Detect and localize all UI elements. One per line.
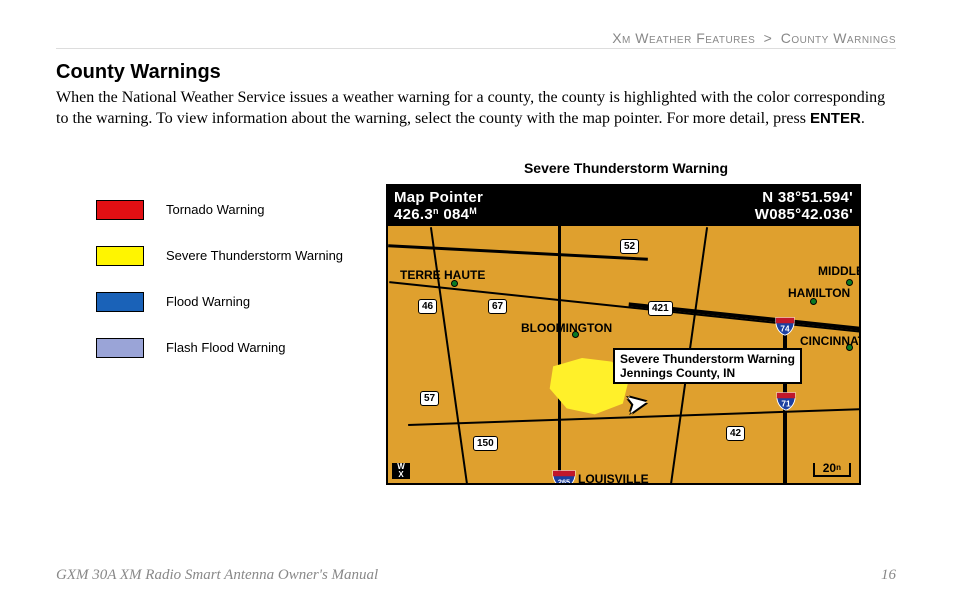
swatch-tornado: [96, 200, 144, 220]
footer-title: GXM 30A XM Radio Smart Antenna Owner's M…: [56, 567, 378, 584]
road: [388, 244, 648, 261]
svg-text:74: 74: [780, 324, 790, 333]
map-dot: [451, 280, 458, 287]
legend-item-flood: Flood Warning: [96, 292, 386, 312]
interstate-265: 265: [551, 468, 577, 485]
swatch-severe-tstorm: [96, 246, 144, 266]
page-heading: County Warnings: [56, 61, 896, 84]
map-lon: W085°42.036': [755, 206, 853, 223]
svg-text:71: 71: [781, 399, 791, 408]
svg-text:265: 265: [558, 477, 570, 485]
map-scale: 20n: [813, 463, 851, 477]
city-middle: MIDDLE: [818, 264, 861, 278]
map-tooltip: Severe Thunderstorm Warning Jennings Cou…: [613, 348, 802, 385]
intro-paragraph: When the National Weather Service issues…: [56, 88, 896, 130]
map-dot: [846, 279, 853, 286]
map-pointer-label: Map Pointer: [394, 189, 483, 206]
legend-item-tornado: Tornado Warning: [96, 200, 386, 220]
legend-item-flash-flood: Flash Flood Warning: [96, 338, 386, 358]
breadcrumb-sep: >: [764, 30, 773, 46]
map-header: Map Pointer 426.3n 084M N 38°51.594' W08…: [388, 186, 859, 226]
wx-icon: WX: [392, 463, 410, 479]
enter-key-label: ENTER: [810, 110, 861, 127]
breadcrumb: Xm Weather Features > County Warnings: [56, 30, 896, 49]
map-lat: N 38°51.594': [755, 189, 853, 206]
hwy-46: 46: [418, 299, 437, 314]
hwy-67: 67: [488, 299, 507, 314]
swatch-flash-flood: [96, 338, 144, 358]
map-display[interactable]: Map Pointer 426.3n 084M N 38°51.594' W08…: [386, 184, 861, 485]
city-hamilton: HAMILTON: [788, 286, 850, 300]
legend-label: Severe Thunderstorm Warning: [166, 248, 343, 263]
city-bloomington: BLOOMINGTON: [521, 321, 612, 335]
interstate-71: 71: [775, 390, 797, 412]
road: [430, 227, 468, 485]
map-dot: [846, 344, 853, 351]
map-bearing-unit: M: [469, 206, 477, 216]
footer-page-number: 16: [881, 567, 896, 584]
map-bearing: 084: [443, 206, 469, 223]
breadcrumb-page: County Warnings: [781, 30, 896, 46]
legend-label: Tornado Warning: [166, 202, 265, 217]
legend: Tornado Warning Severe Thunderstorm Warn…: [56, 160, 386, 384]
interstate-74: 74: [774, 315, 796, 337]
tooltip-line1: Severe Thunderstorm Warning: [620, 352, 795, 366]
legend-label: Flash Flood Warning: [166, 340, 285, 355]
road: [558, 226, 561, 485]
breadcrumb-section: Xm Weather Features: [612, 30, 755, 46]
hwy-52: 52: [620, 239, 639, 254]
legend-item-severe-tstorm: Severe Thunderstorm Warning: [96, 246, 386, 266]
hwy-57: 57: [420, 391, 439, 406]
legend-label: Flood Warning: [166, 294, 250, 309]
cursor-icon: ➤: [623, 386, 650, 420]
hwy-42: 42: [726, 426, 745, 441]
hwy-150: 150: [473, 436, 498, 451]
city-terre-haute: TERRE HAUTE: [400, 268, 485, 282]
map-caption: Severe Thunderstorm Warning: [386, 160, 896, 176]
intro-text-a: When the National Weather Service issues…: [56, 89, 885, 127]
city-louisville: LOUISVILLE: [578, 472, 649, 485]
map-dot: [810, 298, 817, 305]
tooltip-line2: Jennings County, IN: [620, 366, 795, 380]
intro-text-b: .: [861, 110, 865, 127]
swatch-flood: [96, 292, 144, 312]
map-distance: 426.3: [394, 206, 433, 223]
page-footer: GXM 30A XM Radio Smart Antenna Owner's M…: [56, 567, 896, 584]
hwy-421: 421: [648, 301, 673, 316]
map-distance-unit: n: [433, 206, 439, 216]
map-dot: [572, 331, 579, 338]
